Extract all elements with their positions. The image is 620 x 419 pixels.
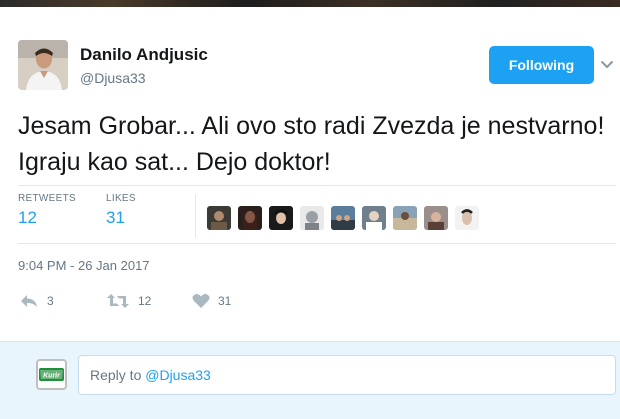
reply-action[interactable]: 3 [19,291,54,311]
tweet-card: Danilo Andjusic @Djusa33 Following Jesam… [0,7,620,341]
tweet-timestamp[interactable]: 9:04 PM - 26 Jan 2017 [18,258,150,273]
liker-avatar[interactable] [300,206,324,230]
reply-placeholder-mention: @Djusa33 [145,367,211,383]
reply-input[interactable]: Reply to @Djusa33 [78,355,616,395]
liker-avatar[interactable] [424,206,448,230]
retweet-action[interactable]: 12 [106,291,151,311]
following-button[interactable]: Following [489,46,594,84]
likes-label: LIKES [106,193,136,204]
avatar[interactable] [18,40,68,90]
reply-section: Kurir Reply to @Djusa33 [0,341,620,419]
retweets-stat[interactable]: RETWEETS 12 [18,193,76,228]
likes-stat[interactable]: LIKES 31 [106,193,136,228]
liker-avatar[interactable] [362,206,386,230]
liker-avatar[interactable] [455,206,479,230]
liker-avatar[interactable] [207,206,231,230]
liker-avatar[interactable] [331,206,355,230]
likes-count: 31 [106,208,125,227]
retweet-count: 12 [138,294,152,308]
header-banner-strip [0,0,620,7]
chevron-down-icon[interactable] [600,58,614,70]
heart-icon [192,293,210,309]
user-display-name[interactable]: Danilo Andjusic [80,45,208,65]
current-user-avatar[interactable]: Kurir [36,359,67,390]
liker-avatar[interactable] [269,206,293,230]
stats-bottom-divider [18,243,616,244]
stats-separator [195,194,196,238]
retweets-label: RETWEETS [18,193,76,204]
kurir-logo-text: Kurir [43,373,61,380]
like-action[interactable]: 31 [192,291,231,311]
reply-icon [19,293,39,309]
user-handle[interactable]: @Djusa33 [80,70,146,86]
like-count: 31 [218,294,232,308]
liker-avatar[interactable] [393,206,417,230]
tweet-text: Jesam Grobar... Ali ovo sto radi Zvezda … [18,112,605,176]
reply-placeholder-prefix: Reply to [90,367,146,383]
reply-count: 3 [47,294,54,308]
liker-avatar[interactable] [238,206,262,230]
stats-top-divider [18,185,616,186]
retweet-icon [106,293,130,309]
retweets-count: 12 [18,208,37,227]
